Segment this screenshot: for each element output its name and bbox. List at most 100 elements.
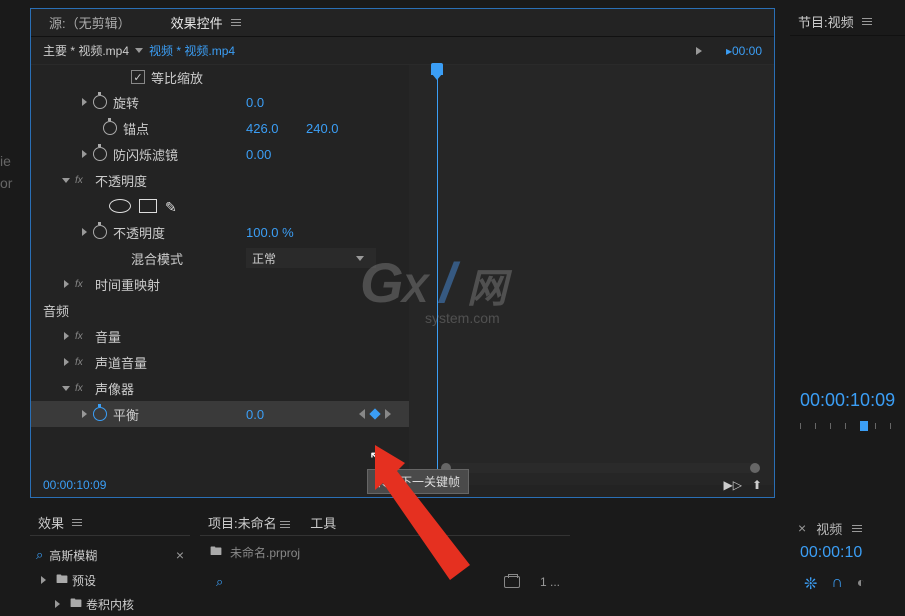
- ellipse-mask-icon[interactable]: [109, 199, 131, 213]
- twirl-icon[interactable]: [61, 357, 71, 367]
- panel-menu-icon[interactable]: [852, 525, 862, 532]
- audio-section: 音频: [31, 297, 409, 323]
- clear-search-icon[interactable]: ×: [176, 547, 184, 563]
- stopwatch-icon[interactable]: [93, 147, 107, 161]
- uniform-scale-checkbox[interactable]: ✓: [131, 70, 145, 84]
- folder-icon: 🖿: [56, 570, 68, 591]
- rotation-value[interactable]: 0.0: [246, 95, 264, 110]
- twirl-icon[interactable]: [61, 383, 71, 393]
- stopwatch-icon[interactable]: [93, 95, 107, 109]
- rect-mask-icon[interactable]: [139, 199, 157, 213]
- twirl-icon[interactable]: [61, 331, 71, 341]
- project-crumb[interactable]: 未命名.prproj: [230, 544, 300, 561]
- program-ruler[interactable]: [800, 423, 905, 443]
- blend-label: 混合模式: [131, 249, 183, 268]
- fx-badge-icon: fx: [75, 279, 89, 290]
- project-panel: 项目:未命名 工具 🖿 未命名.prproj ⌕ 1 ...: [200, 510, 570, 595]
- tab-effect-controls[interactable]: 效果控件: [171, 9, 241, 36]
- chevron-down-icon: [356, 256, 364, 261]
- opacity-value[interactable]: 100.0 %: [246, 225, 294, 240]
- next-keyframe-icon[interactable]: [385, 409, 391, 419]
- edge-text-1: ie: [0, 150, 12, 172]
- prev-keyframe-icon[interactable]: [359, 409, 365, 419]
- snap-icon[interactable]: ❊: [804, 574, 817, 594]
- twirl-icon[interactable]: [79, 97, 89, 107]
- tab-source[interactable]: 源:（无剪辑）: [49, 9, 131, 36]
- anchor-x-value[interactable]: 426.0: [246, 121, 279, 136]
- panel-menu-icon[interactable]: [231, 19, 241, 26]
- project-tab[interactable]: 项目:未命名: [208, 513, 290, 532]
- bin-icon[interactable]: [504, 576, 520, 588]
- balance-label: 平衡: [113, 405, 139, 424]
- uniform-scale-label: 等比缩放: [151, 68, 203, 87]
- pen-mask-icon[interactable]: [165, 199, 179, 213]
- effects-panel: 效果 ⌕ × 🖿 预设 🖿 卷积内核: [30, 510, 190, 616]
- current-time[interactable]: 00:00:10:09: [43, 478, 106, 492]
- program-monitor-panel: 节目:视频 00:00:10:09 × 视频 00:00:10 ❊ ∩ ◐: [790, 8, 905, 613]
- anchor-label: 锚点: [123, 119, 149, 138]
- effects-tab[interactable]: 效果: [38, 513, 64, 532]
- scrollbar-thumb-right[interactable]: [750, 463, 760, 473]
- program-tab[interactable]: 节目:视频: [798, 12, 854, 31]
- clip-main-label: 主要 * 视频.mp4: [43, 42, 129, 59]
- search-icon: ⌕: [36, 547, 43, 563]
- stopwatch-icon[interactable]: [93, 225, 107, 239]
- flicker-value[interactable]: 0.00: [246, 147, 271, 162]
- item-count: 1 ...: [540, 575, 560, 589]
- twirl-icon[interactable]: [79, 149, 89, 159]
- flicker-label: 防闪烁滤镜: [113, 145, 178, 164]
- balance-value[interactable]: 0.0: [246, 407, 264, 422]
- timeline-column[interactable]: [409, 65, 774, 485]
- opacity-group-label: 不透明度: [95, 171, 147, 190]
- twirl-icon[interactable]: [38, 575, 48, 585]
- twirl-icon[interactable]: [61, 279, 71, 289]
- program-time[interactable]: 00:00:10:09: [800, 390, 895, 411]
- folder-icon: 🖿: [70, 594, 82, 615]
- stopwatch-icon[interactable]: [103, 121, 117, 135]
- chevron-down-icon[interactable]: [135, 48, 143, 53]
- play-icon[interactable]: [696, 47, 702, 55]
- timeline-scrollbar[interactable]: [441, 463, 760, 473]
- panel-menu-icon[interactable]: [72, 519, 82, 526]
- twirl-icon[interactable]: [61, 175, 71, 185]
- opacity-label: 不透明度: [113, 223, 165, 242]
- blend-mode-dropdown[interactable]: 正常: [246, 248, 376, 268]
- fx-badge-icon: fx: [75, 175, 89, 186]
- magnet-icon[interactable]: ∩: [831, 574, 843, 594]
- properties-column: ✓ 等比缩放 旋转 0.0 锚点 426.0 240.0: [31, 65, 409, 485]
- fx-badge-icon: fx: [75, 331, 89, 342]
- twirl-icon[interactable]: [79, 227, 89, 237]
- marker-icon[interactable]: ◐: [857, 574, 865, 594]
- ruler-marker-icon[interactable]: [860, 421, 868, 431]
- kernel-folder[interactable]: 卷积内核: [86, 596, 134, 613]
- playhead[interactable]: [437, 65, 438, 485]
- edge-text-2: or: [0, 172, 12, 194]
- timeline-time-header: ▸00:00: [726, 44, 762, 58]
- sequence-tab[interactable]: 视频: [816, 519, 842, 538]
- playhead-head-icon[interactable]: [431, 63, 443, 75]
- tools-tab[interactable]: 工具: [310, 513, 336, 532]
- play-only-icon[interactable]: ▶▷: [723, 478, 741, 492]
- twirl-icon[interactable]: [52, 599, 62, 609]
- fx-badge-icon: fx: [75, 357, 89, 368]
- twirl-icon[interactable]: [79, 409, 89, 419]
- tooltip: 转到下一关键帧: [367, 469, 469, 494]
- preset-folder[interactable]: 预设: [72, 572, 96, 589]
- channel-volume-label: 声道音量: [95, 353, 147, 372]
- rotation-label: 旋转: [113, 93, 139, 112]
- export-icon[interactable]: ⬆: [752, 478, 762, 492]
- time-remap-label: 时间重映射: [95, 275, 160, 294]
- folder-icon: 🖿: [210, 542, 222, 563]
- stopwatch-icon[interactable]: [93, 407, 107, 421]
- anchor-y-value[interactable]: 240.0: [306, 121, 339, 136]
- add-keyframe-icon[interactable]: [369, 408, 380, 419]
- panel-menu-icon[interactable]: [280, 521, 290, 528]
- effects-search-input[interactable]: [49, 548, 176, 562]
- effect-controls-panel: 源:（无剪辑） 效果控件 主要 * 视频.mp4 视频 * 视频.mp4 ▸00…: [30, 8, 775, 498]
- close-icon[interactable]: ×: [798, 520, 806, 536]
- sequence-time[interactable]: 00:00:10: [790, 540, 905, 566]
- panel-menu-icon[interactable]: [862, 18, 872, 25]
- project-search-input[interactable]: ⌕: [210, 571, 494, 593]
- clip-link[interactable]: 视频 * 视频.mp4: [149, 42, 235, 59]
- panner-label: 声像器: [95, 379, 134, 398]
